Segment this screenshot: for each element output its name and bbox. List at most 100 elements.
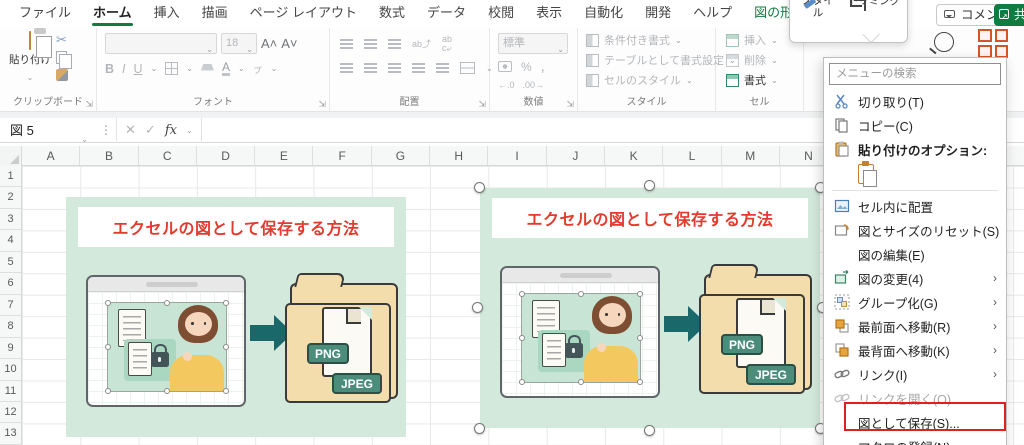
menu-search-input[interactable]	[829, 63, 1001, 85]
phonetic-button[interactable]: ㇷ゚	[253, 61, 263, 76]
crop-button[interactable]: トリミング	[846, 0, 902, 7]
format-cells-button[interactable]: 書式 ⌄	[726, 72, 803, 88]
menu-item-place-in-cell[interactable]: セル内に配置	[824, 194, 1006, 218]
decrease-decimal-button[interactable]: .00→	[523, 80, 545, 90]
align-bottom-button[interactable]	[388, 39, 401, 49]
selection-handle[interactable]	[474, 423, 485, 434]
copy-button[interactable]	[56, 51, 72, 69]
grid-icon[interactable]	[978, 29, 1008, 58]
picture-2-selected[interactable]: エクセルの図として保存する方法 PNG JPEG	[472, 180, 828, 436]
tab-developer[interactable]: 開発	[634, 0, 682, 28]
orientation-button[interactable]: ab⤴	[412, 39, 431, 49]
column-header[interactable]: L	[663, 146, 722, 165]
align-center-button[interactable]	[364, 63, 377, 73]
row-header[interactable]: 13	[0, 423, 21, 445]
selection-handle[interactable]	[644, 180, 655, 191]
name-box[interactable]: 図 5 ⌄	[0, 118, 96, 144]
row-header[interactable]: 1	[0, 166, 21, 188]
tab-view[interactable]: 表示	[525, 0, 573, 28]
italic-button[interactable]: I	[122, 62, 125, 76]
shrink-font-button[interactable]: A˅	[281, 36, 297, 51]
paste-button[interactable]: 貼り付け ⌄	[8, 31, 52, 94]
selection-handle[interactable]	[472, 302, 483, 313]
increase-indent-button[interactable]	[436, 63, 449, 73]
menu-item-edit-picture[interactable]: 図の編集(E)	[824, 242, 1006, 266]
format-as-table-button[interactable]: テーブルとして書式設定 ⌄	[586, 52, 736, 68]
decrease-indent-button[interactable]	[412, 63, 425, 73]
menu-item-paste-options[interactable]: 貼り付けのオプション:	[824, 137, 1006, 161]
delete-cells-button[interactable]: 削除 ⌄	[726, 52, 803, 68]
name-box-splitter[interactable]: ⋮	[100, 123, 112, 137]
underline-button[interactable]: U	[134, 62, 143, 76]
align-left-button[interactable]	[340, 63, 353, 73]
column-header[interactable]: J	[547, 146, 605, 165]
grow-font-button[interactable]: A˄	[261, 36, 277, 51]
column-header[interactable]: D	[197, 146, 256, 165]
cell-styles-button[interactable]: セルのスタイル ⌄	[586, 72, 715, 88]
tab-page-layout[interactable]: ページ レイアウト	[239, 0, 368, 28]
tab-file[interactable]: ファイル	[8, 0, 82, 28]
menu-item-reset-picture[interactable]: 図とサイズのリセット(S)	[824, 218, 1006, 242]
row-header[interactable]: 11	[0, 381, 21, 402]
column-header[interactable]: B	[80, 146, 139, 165]
column-header[interactable]: G	[372, 146, 431, 165]
tab-draw[interactable]: 描画	[191, 0, 239, 28]
selection-handle[interactable]	[474, 182, 485, 193]
row-header[interactable]: 12	[0, 402, 21, 424]
column-header[interactable]: A	[22, 146, 81, 165]
menu-item-send-to-back[interactable]: 最背面へ移動(K) ›	[824, 338, 1006, 362]
conditional-formatting-button[interactable]: 条件付き書式 ⌄	[586, 32, 715, 48]
menu-item-link[interactable]: リンク(I) ›	[824, 362, 1006, 386]
menu-item-group[interactable]: グループ化(G) ›	[824, 290, 1006, 314]
column-header[interactable]: E	[255, 146, 314, 165]
fill-color-button[interactable]	[200, 63, 214, 71]
paste-option-button[interactable]	[858, 161, 877, 187]
percent-button[interactable]: %	[521, 60, 532, 74]
tab-review[interactable]: 校閲	[477, 0, 525, 28]
picture-1[interactable]: エクセルの図として保存する方法 PNG JPEG	[66, 197, 406, 437]
column-header[interactable]: H	[430, 146, 489, 165]
menu-item-assign-macro[interactable]: マクロの登録(N)...	[824, 434, 1006, 445]
row-header[interactable]: 5	[0, 252, 21, 274]
row-header[interactable]: 7	[0, 295, 21, 317]
dialog-launcher-icon[interactable]: ⇲	[478, 99, 486, 110]
column-header[interactable]: K	[605, 146, 664, 165]
comma-button[interactable]: ,	[541, 58, 545, 75]
menu-item-change-picture[interactable]: 図の変更(4) ›	[824, 266, 1006, 290]
font-size-combo[interactable]: 18 ⌄	[221, 33, 257, 54]
selection-handle[interactable]	[644, 425, 655, 436]
row-header[interactable]: 9	[0, 338, 21, 360]
cancel-entry-icon[interactable]: ✕	[125, 122, 136, 138]
bold-button[interactable]: B	[105, 62, 114, 76]
row-header[interactable]: 4	[0, 230, 21, 252]
menu-item-copy[interactable]: コピー(C)	[824, 113, 1006, 137]
align-middle-button[interactable]	[364, 39, 377, 49]
select-all-corner[interactable]	[0, 146, 22, 166]
cut-button[interactable]: ✂	[56, 33, 68, 46]
search-icon[interactable]	[929, 30, 958, 56]
row-header[interactable]: 3	[0, 209, 21, 231]
tab-data[interactable]: データ	[416, 0, 477, 28]
number-format-combo[interactable]: 標準 ⌄	[498, 33, 568, 54]
column-header[interactable]: F	[313, 146, 372, 165]
tab-help[interactable]: ヘルプ	[682, 0, 743, 28]
borders-button[interactable]	[165, 62, 179, 75]
row-header[interactable]: 8	[0, 316, 21, 338]
tab-insert[interactable]: 挿入	[143, 0, 191, 28]
font-name-combo[interactable]: ⌄	[105, 33, 217, 54]
column-header[interactable]: I	[488, 146, 547, 165]
increase-decimal-button[interactable]: ←.0	[498, 80, 515, 90]
row-header[interactable]: 10	[0, 359, 21, 381]
wrap-text-button[interactable]: ab c⤶	[442, 35, 452, 53]
column-header[interactable]: C	[139, 146, 197, 165]
tab-automate[interactable]: 自動化	[573, 0, 634, 28]
dialog-launcher-icon[interactable]: ⇲	[318, 99, 326, 110]
accounting-format-button[interactable]	[498, 61, 512, 72]
row-header[interactable]: 2	[0, 187, 21, 209]
tab-home[interactable]: ホーム	[82, 0, 143, 28]
share-button[interactable]: 共有	[994, 4, 1024, 26]
menu-item-cut[interactable]: 切り取り(T)	[824, 89, 1006, 113]
dialog-launcher-icon[interactable]: ⇲	[85, 99, 93, 110]
picture-styles-button[interactable]: スタイル	[798, 0, 838, 19]
enter-entry-icon[interactable]: ✓	[145, 122, 156, 138]
